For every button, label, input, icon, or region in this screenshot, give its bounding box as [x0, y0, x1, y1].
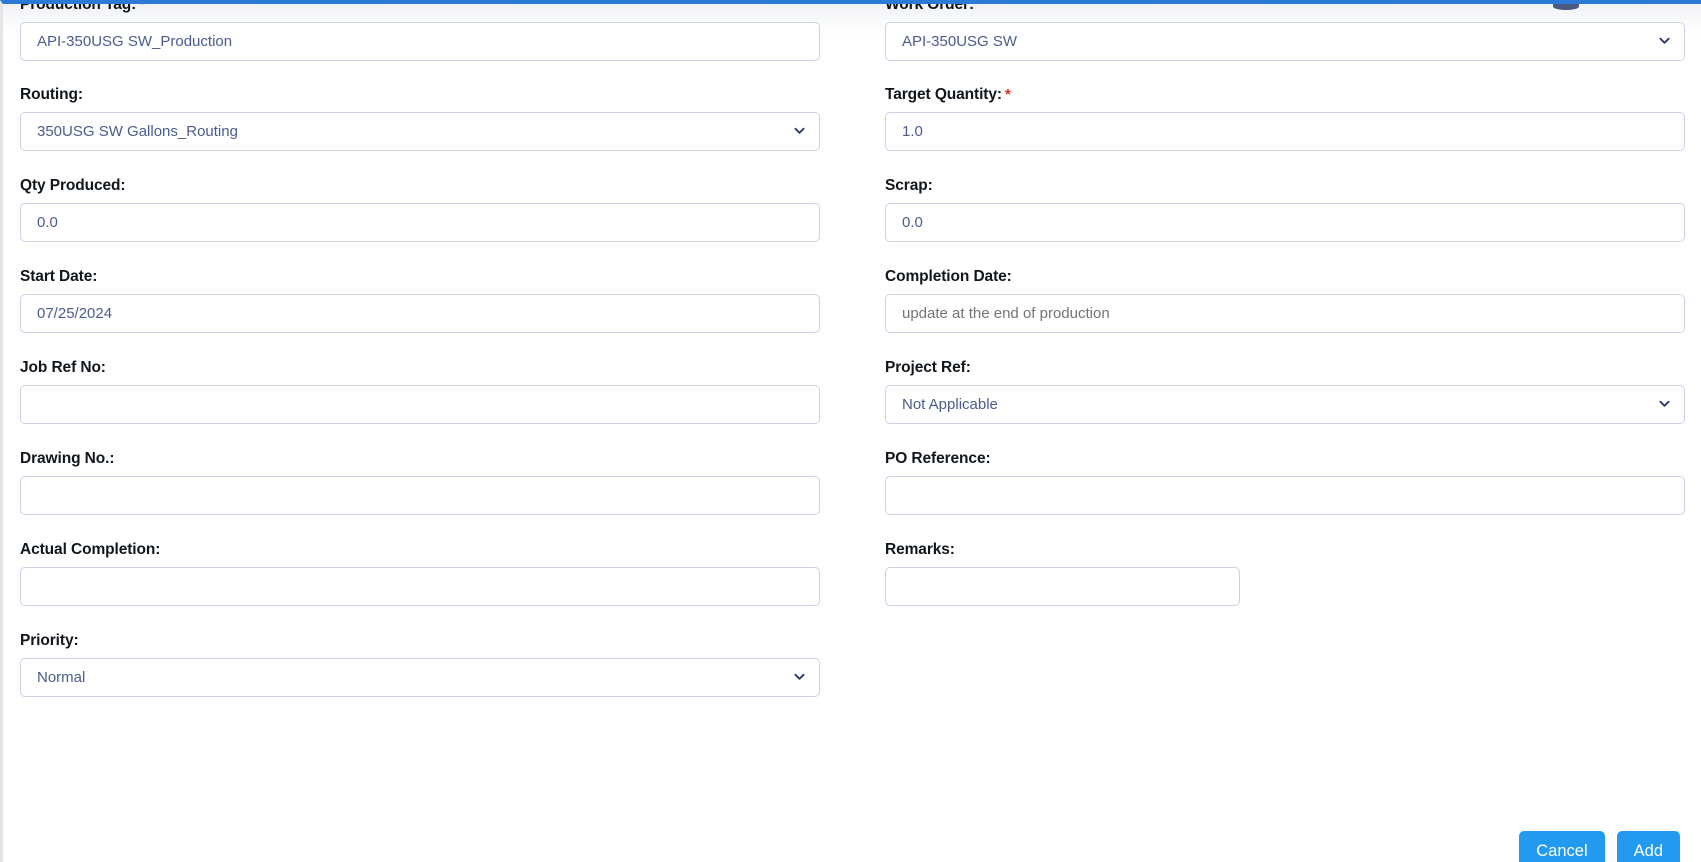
label-remarks: Remarks: — [885, 541, 955, 558]
select-work-order-value: API-350USG SW — [902, 33, 1018, 50]
chevron-down-icon — [794, 125, 805, 136]
input-scrap[interactable] — [885, 203, 1685, 242]
field-remarks: Remarks: — [885, 541, 1240, 606]
field-target-quantity: Target Quantity: * — [885, 86, 1685, 151]
field-drawing-no: Drawing No.: — [20, 450, 820, 515]
label-start-date: Start Date: — [20, 268, 98, 285]
input-target-quantity[interactable] — [885, 112, 1685, 151]
field-work-order: Work Order: API-350USG SW — [885, 0, 1685, 61]
label-priority: Priority: — [20, 632, 79, 649]
required-asterisk-production-tag: * — [139, 0, 145, 13]
select-priority[interactable]: Normal — [20, 658, 820, 697]
label-completion-date: Completion Date: — [885, 268, 1012, 285]
field-qty-produced: Qty Produced: — [20, 177, 820, 242]
field-actual-completion: Actual Completion: — [20, 541, 820, 606]
label-job-ref-no: Job Ref No: — [20, 359, 106, 376]
label-drawing-no: Drawing No.: — [20, 450, 115, 467]
label-work-order: Work Order: — [885, 0, 975, 13]
select-project-ref-value: Not Applicable — [902, 396, 998, 413]
input-job-ref-no[interactable] — [20, 385, 820, 424]
select-project-ref[interactable]: Not Applicable — [885, 385, 1685, 424]
input-remarks[interactable] — [885, 567, 1240, 606]
label-production-tag: Production Tag: * — [20, 0, 820, 14]
select-routing-value: 350USG SW Gallons_Routing — [37, 123, 238, 140]
input-qty-produced[interactable] — [20, 203, 820, 242]
label-project-ref: Project Ref: — [885, 359, 971, 376]
select-routing[interactable]: 350USG SW Gallons_Routing — [20, 112, 820, 151]
input-po-reference[interactable] — [885, 476, 1685, 515]
field-job-ref-no: Job Ref No: — [20, 359, 820, 424]
input-production-tag[interactable] — [20, 22, 820, 61]
form-footer-actions: Cancel Add — [3, 831, 1701, 862]
field-scrap: Scrap: — [885, 177, 1685, 242]
label-po-reference: PO Reference: — [885, 450, 991, 467]
label-actual-completion: Actual Completion: — [20, 541, 161, 558]
input-actual-completion[interactable] — [20, 567, 820, 606]
input-drawing-no[interactable] — [20, 476, 820, 515]
field-production-tag: Production Tag: * — [20, 0, 820, 61]
field-po-reference: PO Reference: — [885, 450, 1685, 515]
field-completion-date: Completion Date: — [885, 268, 1685, 333]
input-start-date[interactable] — [20, 294, 820, 333]
field-project-ref: Project Ref: Not Applicable — [885, 359, 1685, 424]
input-completion-date[interactable] — [885, 294, 1685, 333]
field-priority: Priority: Normal — [20, 632, 820, 697]
field-start-date: Start Date: — [20, 268, 820, 333]
add-button[interactable]: Add — [1616, 831, 1680, 862]
label-routing: Routing: — [20, 86, 83, 103]
required-asterisk-target-quantity: * — [1004, 86, 1011, 103]
label-target-quantity: Target Quantity: * — [885, 86, 1011, 103]
chevron-down-icon — [1659, 35, 1670, 46]
label-qty-produced: Qty Produced: — [20, 177, 126, 194]
chevron-down-icon — [794, 671, 805, 682]
label-scrap: Scrap: — [885, 177, 933, 194]
field-routing: Routing: 350USG SW Gallons_Routing — [20, 86, 820, 151]
select-work-order[interactable]: API-350USG SW — [885, 22, 1685, 61]
chevron-down-icon — [1659, 398, 1670, 409]
cancel-button[interactable]: Cancel — [1519, 831, 1605, 862]
select-priority-value: Normal — [37, 669, 86, 686]
production-order-form-page: Production Tag:* Routing: 350USG SW Gall… — [0, 0, 1701, 862]
